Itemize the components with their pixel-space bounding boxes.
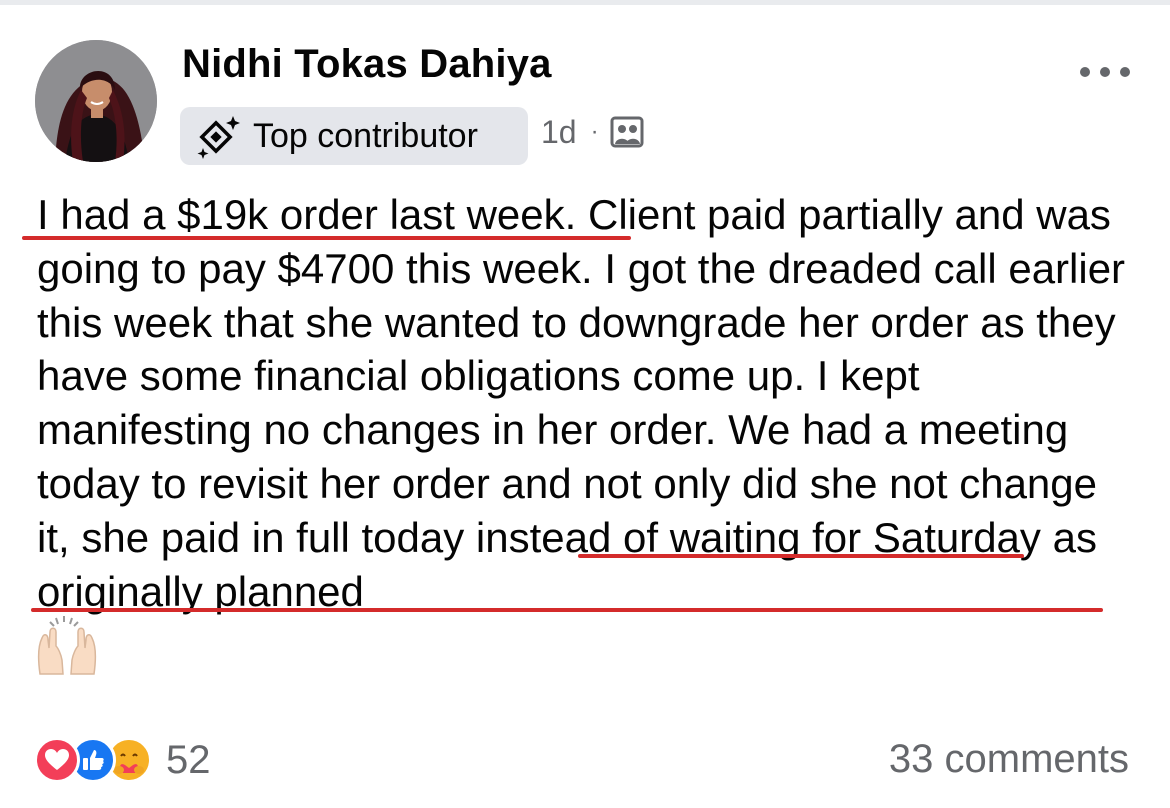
more-dot <box>1080 67 1090 77</box>
group-audience-icon[interactable] <box>609 114 645 150</box>
top-contributor-badge[interactable]: Top contributor <box>180 107 528 165</box>
more-dot <box>1120 67 1130 77</box>
avatar[interactable] <box>35 40 157 162</box>
timestamp[interactable]: 1d <box>541 114 577 151</box>
top-divider <box>0 0 1170 5</box>
raising-hands-emoji <box>37 616 97 675</box>
underline-highlight <box>22 236 631 240</box>
badge-label: Top contributor <box>253 116 478 155</box>
post-meta: 1d · <box>541 112 645 152</box>
top-contributor-icon <box>194 111 244 161</box>
more-options-icon[interactable] <box>1080 52 1130 92</box>
meta-separator: · <box>590 118 599 145</box>
reaction-count: 52 <box>166 737 211 782</box>
comments-count[interactable]: 33 comments <box>889 737 1129 782</box>
more-dot <box>1100 67 1110 77</box>
underline-highlight <box>31 608 1103 612</box>
underline-highlight <box>578 554 1024 558</box>
author-name[interactable]: Nidhi Tokas Dahiya <box>182 42 552 87</box>
reactions-summary[interactable]: 52 <box>34 735 211 785</box>
love-reaction-icon <box>34 737 80 783</box>
